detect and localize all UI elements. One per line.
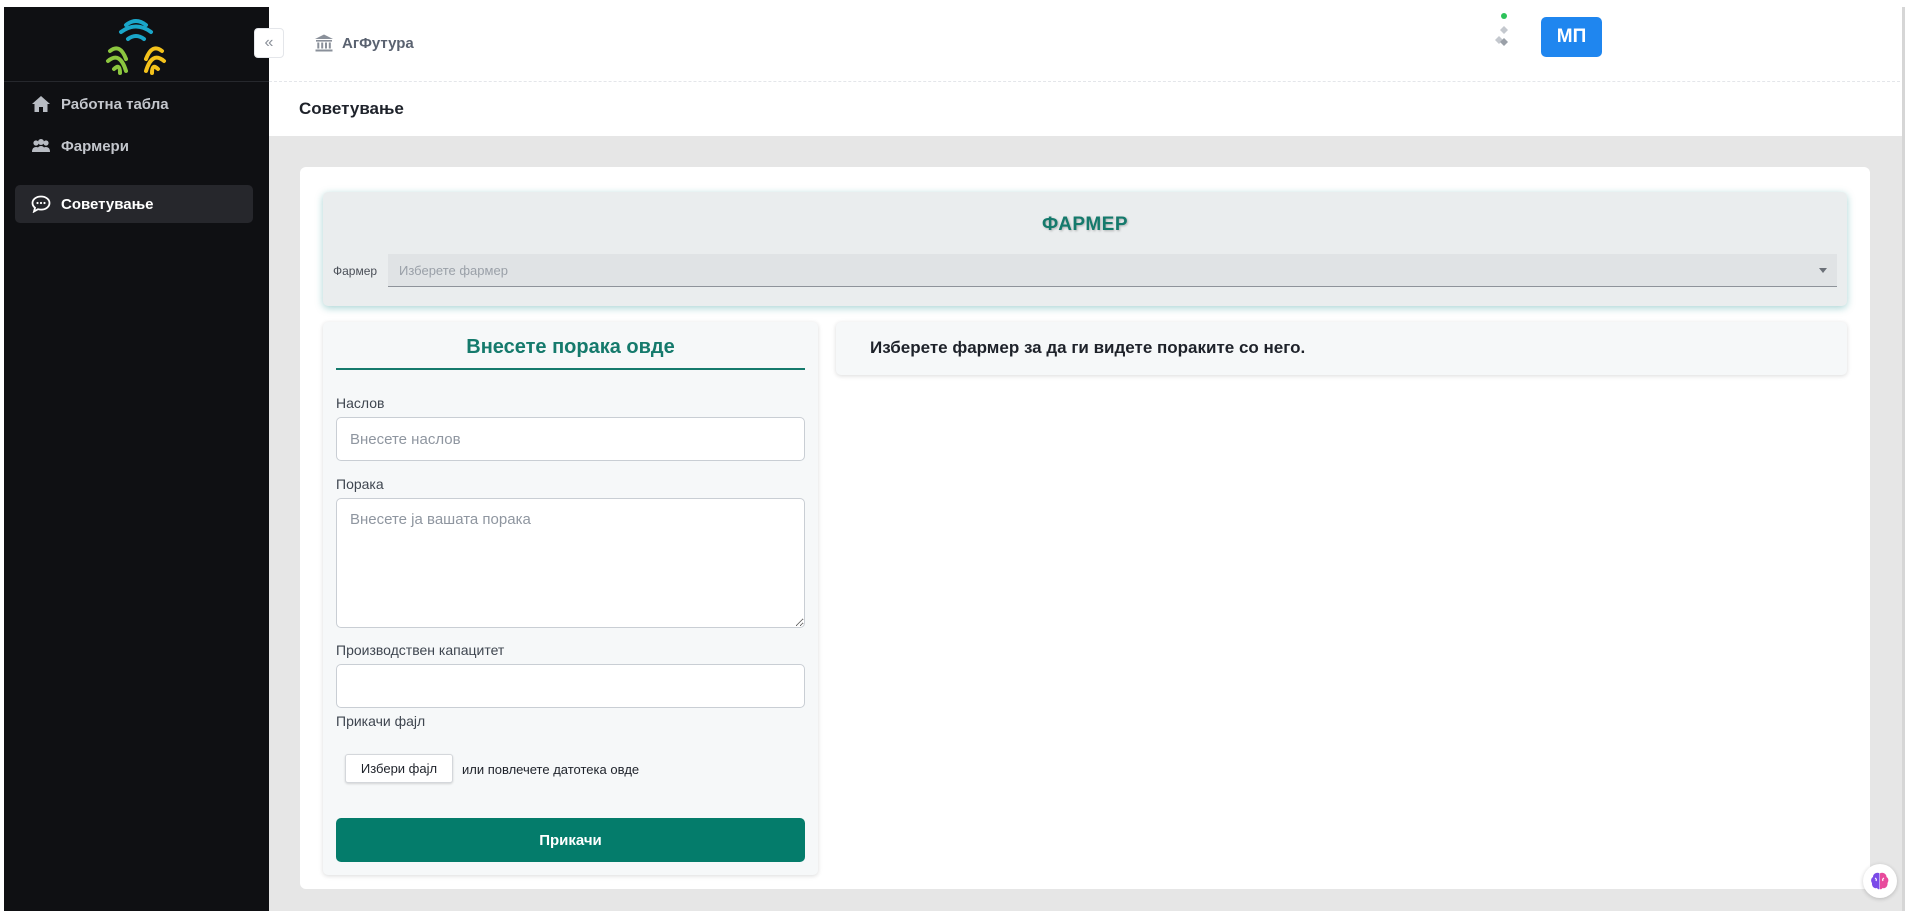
file-drop-hint: или повлечете датотека овде <box>462 762 640 777</box>
choose-file-button[interactable]: Избери фајл <box>345 754 453 783</box>
brand-logo-icon[interactable] <box>104 15 168 75</box>
page-title: Советување <box>299 99 404 118</box>
users-icon <box>31 136 51 156</box>
ai-assistant-button[interactable] <box>1863 864 1897 898</box>
double-chevron-left-icon: « <box>264 34 274 51</box>
sidebar: Работна табла Фармери Советување <box>4 7 269 911</box>
sidebar-item-dashboard[interactable]: Работна табла <box>15 85 253 123</box>
dropdown-arrow-icon <box>1819 268 1827 273</box>
title-input[interactable] <box>336 417 805 461</box>
top-header: АгФутура <box>269 7 1905 82</box>
collapse-sidebar-button[interactable]: « <box>254 28 284 58</box>
sidebar-item-advising[interactable]: Советување <box>15 185 253 223</box>
breadcrumb: АгФутура <box>314 33 414 53</box>
sidebar-item-label: Работна табла <box>61 95 169 113</box>
app-root: Работна табла Фармери Советување « АгФут… <box>0 0 1905 911</box>
institution-icon <box>315 34 333 52</box>
capacity-input[interactable] <box>336 664 805 708</box>
online-status-indicator <box>1501 13 1507 19</box>
chat-icon <box>31 194 51 214</box>
message-field-label: Порака <box>336 476 384 492</box>
message-textarea[interactable] <box>336 498 805 628</box>
user-avatar[interactable]: МП <box>1541 17 1602 57</box>
submit-attach-button[interactable]: Прикачи <box>336 818 805 862</box>
brain-icon <box>1871 872 1889 890</box>
farmer-select[interactable]: Изберете фармер <box>388 254 1837 287</box>
capacity-field-label: Производствен капацитет <box>336 642 505 658</box>
sidebar-item-label: Советување <box>61 195 154 213</box>
avatar-initials: МП <box>1556 26 1587 47</box>
drag-handle-icon[interactable] <box>1492 24 1516 48</box>
brand-name[interactable]: АгФутура <box>342 35 414 52</box>
farmer-field-label: Фармер <box>333 264 378 278</box>
message-form-panel: Внесете порака овде Наслов Порака Произв… <box>323 322 818 875</box>
farmer-selector-panel: ФАРМЕР Фармер Изберете фармер <box>323 192 1847 306</box>
attach-file-label: Прикачи фајл <box>336 713 426 729</box>
home-icon <box>31 94 51 114</box>
sidebar-item-label: Фармери <box>61 137 129 155</box>
messages-empty-state: Изберете фармер за да ги видете пораките… <box>870 338 1306 357</box>
page-title-bar: Советување <box>269 82 1905 136</box>
message-form-heading: Внесете порака овде <box>466 336 675 358</box>
title-field-label: Наслов <box>336 395 385 411</box>
sidebar-divider <box>4 81 269 82</box>
farmer-panel-heading: ФАРМЕР <box>1041 214 1129 235</box>
heading-underline <box>336 368 805 370</box>
sidebar-item-farmers[interactable]: Фармери <box>15 127 253 165</box>
farmer-select-placeholder: Изберете фармер <box>399 262 508 278</box>
messages-panel: Изберете фармер за да ги видете пораките… <box>836 322 1847 375</box>
